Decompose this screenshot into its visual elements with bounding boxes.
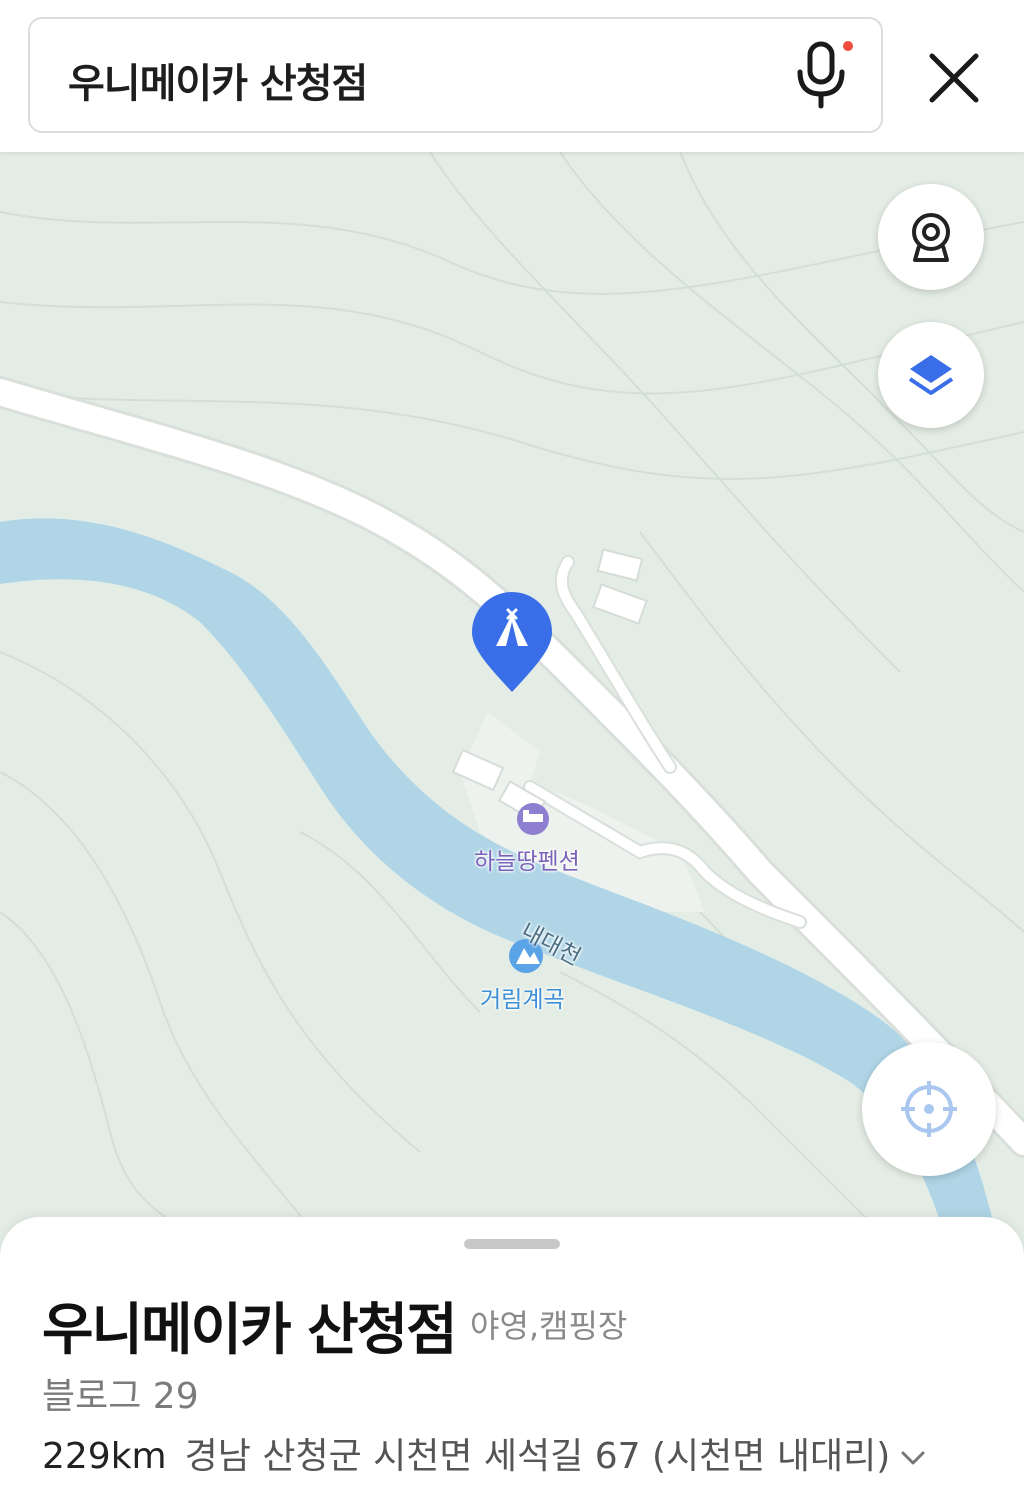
blog-review-count[interactable]: 블로그 29 — [42, 1367, 199, 1419]
my-location-icon — [901, 1081, 957, 1137]
cctv-icon — [912, 213, 950, 262]
place-category: 야영,캠핑장 — [470, 1307, 628, 1345]
my-location-button[interactable] — [862, 1042, 996, 1176]
search-query[interactable]: 우니메이카 산청점 — [68, 51, 368, 109]
pension-label[interactable]: 하늘땅펜션 — [474, 842, 580, 876]
layers-button[interactable] — [878, 322, 984, 428]
layers-icon — [908, 355, 954, 395]
distance-text: 229km — [42, 1436, 167, 1477]
cctv-button[interactable] — [878, 184, 984, 290]
top-bar: 우니메이카 산청점 — [0, 0, 1024, 152]
mic-icon[interactable] — [792, 38, 856, 110]
search-box[interactable]: 우니메이카 산청점 — [28, 17, 883, 133]
close-icon[interactable] — [928, 52, 980, 104]
valley-label[interactable]: 거림계곡 — [480, 980, 565, 1014]
place-name[interactable]: 우니메이카 산청점 — [42, 1285, 458, 1366]
sheet-drag-handle[interactable] — [464, 1239, 560, 1249]
chevron-down-icon[interactable] — [900, 1449, 926, 1467]
selected-place-marker — [472, 592, 552, 692]
address-row[interactable]: 229km 경남 산청군 시천면 세석길 67 (시천면 내대리) — [42, 1427, 926, 1479]
bed-icon — [517, 803, 549, 835]
address-text: 경남 산청군 시천면 세석길 67 (시천면 내대리) — [184, 1436, 891, 1477]
place-info-sheet[interactable]: 우니메이카 산청점 야영,캠핑장 블로그 29 229km 경남 산청군 시천면 … — [0, 1217, 1024, 1507]
